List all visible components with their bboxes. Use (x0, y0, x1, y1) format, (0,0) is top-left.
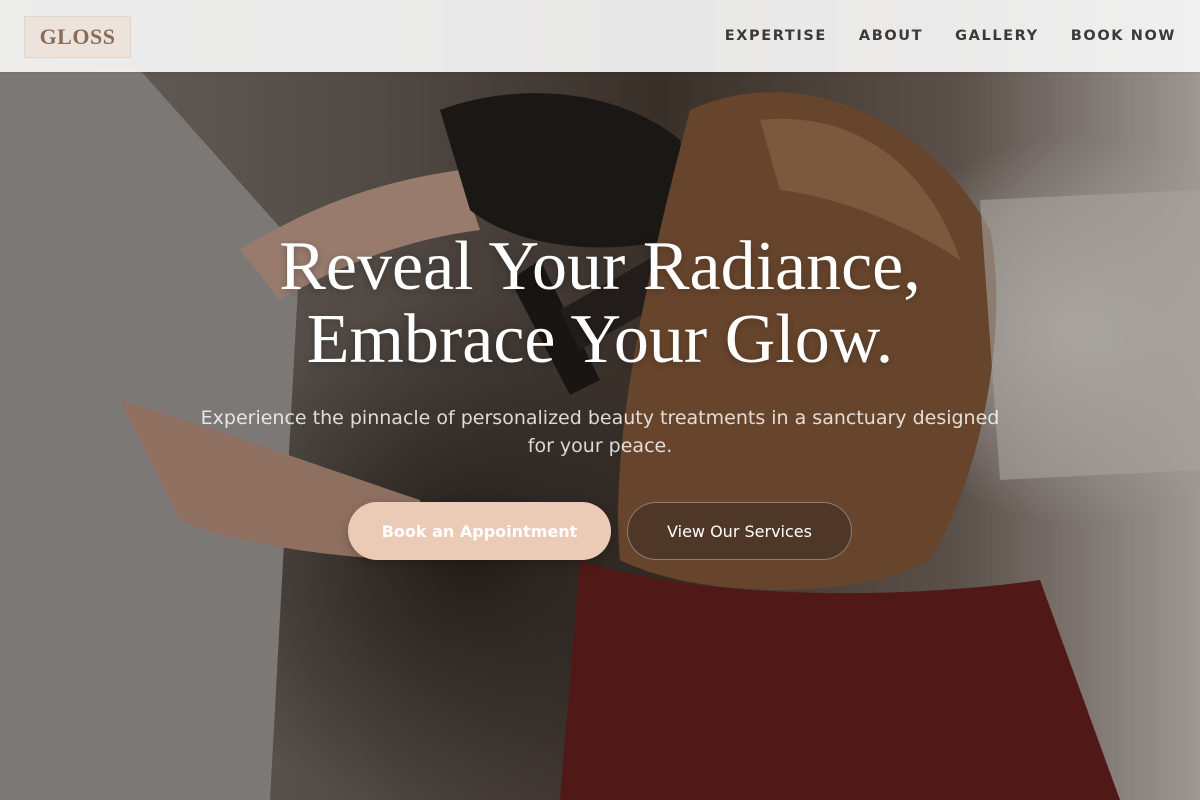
hero-actions: Book an Appointment View Our Services (0, 502, 1200, 560)
logo[interactable]: GLOSS (24, 16, 131, 58)
main-nav: EXPERTISE ABOUT GALLERY BOOK NOW (693, 0, 1176, 72)
nav-link-expertise[interactable]: EXPERTISE (725, 28, 827, 44)
book-appointment-button[interactable]: Book an Appointment (348, 502, 611, 560)
nav-link-gallery[interactable]: GALLERY (955, 28, 1039, 44)
nav-link-about[interactable]: ABOUT (859, 28, 923, 44)
hero-subtitle: Experience the pinnacle of personalized … (200, 407, 1000, 457)
site-header: GLOSS EXPERTISE ABOUT GALLERY BOOK NOW (0, 0, 1200, 72)
hero-title-line-1: Reveal Your Radiance, (279, 228, 921, 305)
hero-section: Reveal Your Radiance, Embrace Your Glow.… (0, 230, 1200, 560)
nav-link-book-now[interactable]: BOOK NOW (1071, 28, 1176, 44)
view-services-button[interactable]: View Our Services (627, 502, 852, 560)
hero-title-line-2: Embrace Your Glow. (306, 301, 894, 378)
hero-title: Reveal Your Radiance, Embrace Your Glow. (0, 230, 1200, 376)
